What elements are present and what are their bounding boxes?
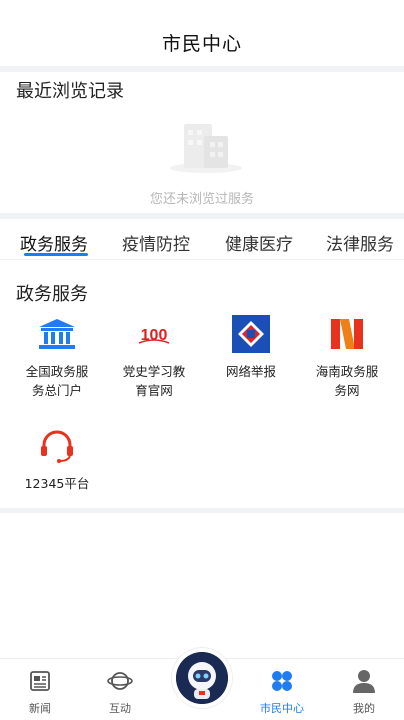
tab-legal-services[interactable]: 法律服务: [326, 230, 394, 255]
nav-item-mine[interactable]: 我的: [334, 667, 394, 716]
active-tab-indicator: [24, 253, 88, 256]
service-label-line1: 海南政务服: [315, 364, 379, 379]
empty-state-illustration: [166, 112, 246, 176]
service-item-12345-hotline[interactable]: 12345平台: [10, 424, 104, 493]
party-history-100-icon: 100: [132, 312, 176, 356]
center-mascot-button[interactable]: [172, 648, 232, 708]
government-building-icon: [35, 312, 79, 356]
hainan-logo-icon: [325, 312, 369, 356]
service-label-line2: 务网: [334, 383, 360, 398]
hotline-headset-icon: [35, 424, 79, 468]
astronaut-mascot-icon: [176, 652, 228, 704]
page-title: 市民中心: [161, 32, 242, 55]
user-icon: [350, 667, 378, 695]
nav-item-news[interactable]: 新闻: [10, 667, 70, 716]
service-item-national-portal[interactable]: 全国政务服 务总门户: [10, 312, 104, 400]
nav-item-interaction[interactable]: 互动: [90, 667, 150, 716]
planet-icon: [106, 667, 134, 695]
empty-state-text: 您还未浏览过服务: [149, 192, 254, 207]
news-icon: [26, 667, 54, 695]
nav-item-citizen-center[interactable]: 市民中心: [252, 667, 312, 716]
app-header: 市民中心: [0, 0, 404, 66]
recent-section-title: 最近浏览记录: [16, 81, 124, 102]
service-label-line1: 党史学习教: [122, 364, 186, 379]
service-label-line1: 12345平台: [24, 476, 90, 491]
tabs-bottom-border: [0, 259, 404, 260]
service-label-line1: 全国政务服: [25, 364, 89, 379]
section-divider: [0, 213, 404, 219]
nav-label: 互动: [109, 702, 131, 715]
tab-health-medical[interactable]: 健康医疗: [225, 230, 293, 255]
nav-label: 我的: [353, 702, 375, 715]
service-label-line2: 务总门户: [31, 383, 82, 398]
service-item-party-history[interactable]: 100 党史学习教 育官网: [107, 312, 201, 400]
service-item-online-report[interactable]: 网络举报: [204, 312, 298, 381]
service-section-title: 政务服务: [16, 284, 88, 305]
service-label-line1: 网络举报: [225, 364, 276, 379]
grid-clover-icon: [268, 667, 296, 695]
tab-government-services[interactable]: 政务服务: [20, 230, 88, 255]
report-logo-icon: [229, 312, 273, 356]
service-label-line2: 育官网: [135, 383, 173, 398]
nav-label: 新闻: [29, 702, 51, 715]
nav-label: 市民中心: [260, 702, 304, 715]
service-item-hainan-portal[interactable]: 海南政务服 务网: [300, 312, 394, 400]
section-divider: [0, 508, 404, 513]
section-divider: [0, 66, 404, 72]
tab-epidemic-control[interactable]: 疫情防控: [122, 230, 190, 255]
